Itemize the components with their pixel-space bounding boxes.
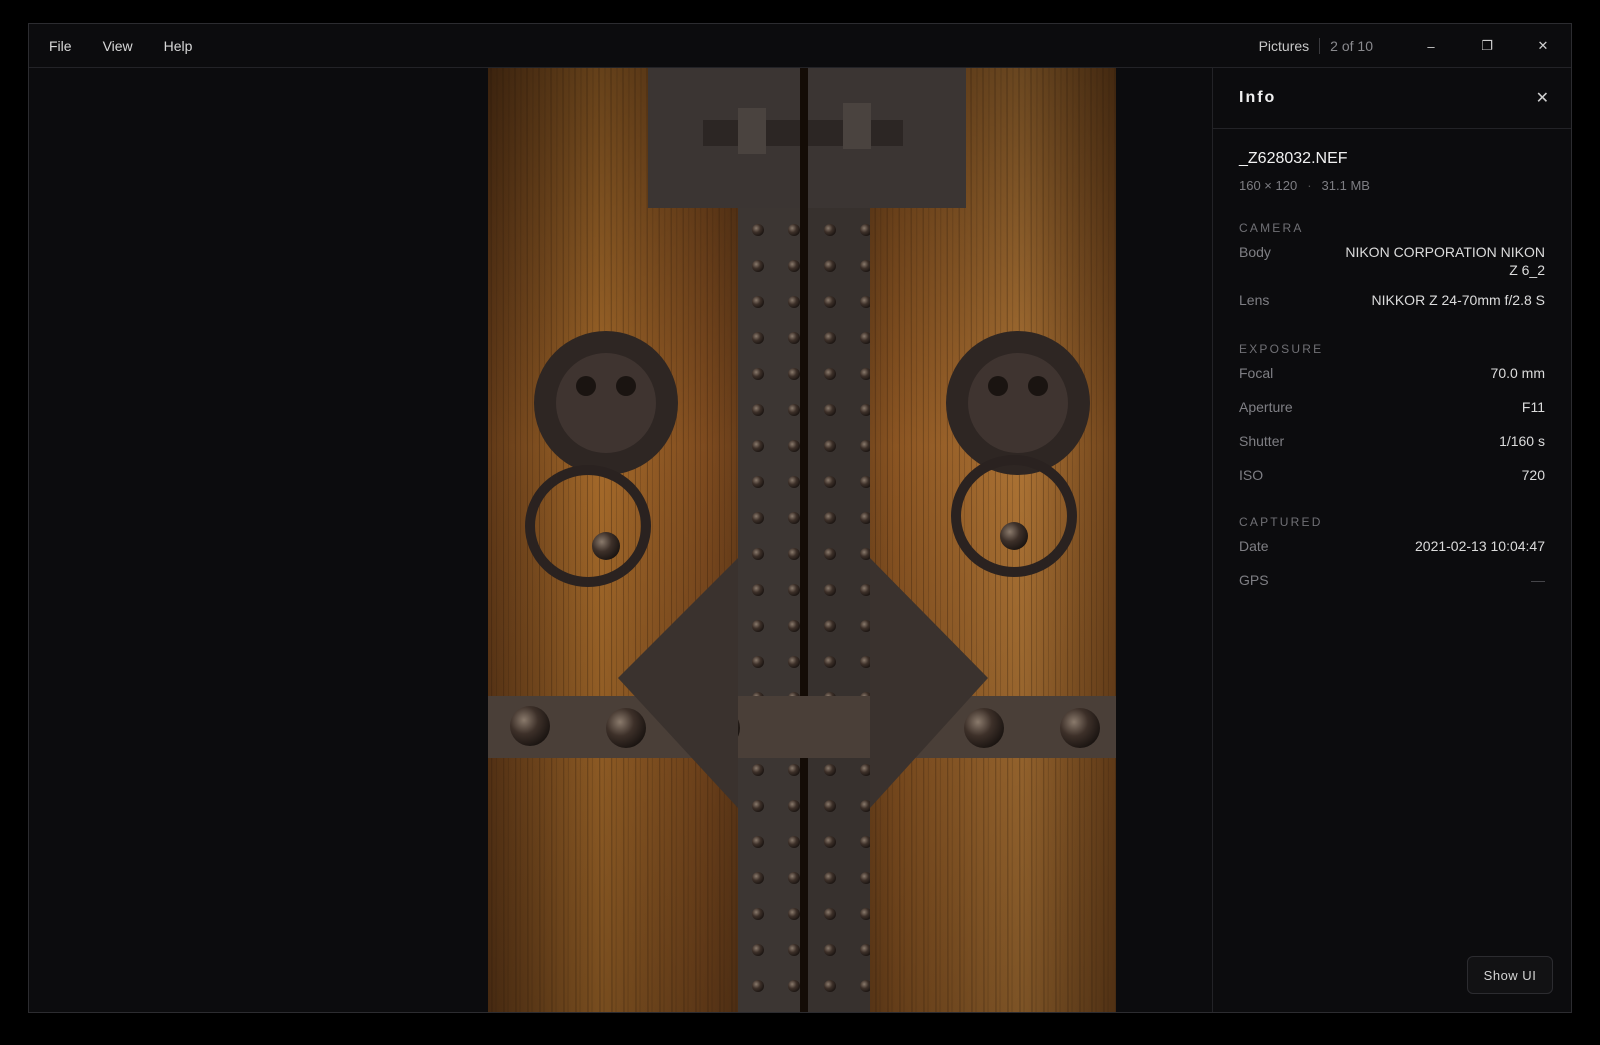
info-panel: Info ✕ _Z628032.NEF 160 × 120 · 31.1 MB CA… — [1212, 68, 1571, 1012]
info-title: Info — [1239, 89, 1277, 106]
file-meta: 160 × 120 · 31.1 MB — [1239, 178, 1370, 193]
date-row: Date 2021-02-13 10:04:47 — [1239, 537, 1545, 555]
minimize-button[interactable]: – — [1403, 24, 1459, 68]
info-header: Info ✕ — [1213, 68, 1571, 129]
camera-section: CAMERA Body NIKON CORPORATION NIKON Z 6_… — [1239, 221, 1545, 325]
photo-door — [488, 68, 1116, 1012]
focal-value: 70.0 mm — [1490, 365, 1545, 381]
lens-label: Lens — [1239, 292, 1270, 308]
menu-bar: File View Help — [49, 24, 223, 68]
focal-label: Focal — [1239, 365, 1274, 381]
lens-value: NIKKOR Z 24-70mm f/2.8 S — [1371, 292, 1546, 308]
title-bar: File View Help Pictures 2 of 10 – ❐ ✕ — [29, 24, 1571, 68]
file-name: _Z628032.NEF — [1239, 150, 1348, 167]
iso-value: 720 — [1521, 467, 1545, 483]
title-right: Pictures 2 of 10 – ❐ ✕ — [1259, 24, 1571, 68]
captured-section-title: CAPTURED — [1239, 515, 1323, 529]
menu-help[interactable]: Help — [164, 38, 193, 54]
exposure-section-title: EXPOSURE — [1239, 342, 1324, 356]
maximize-button[interactable]: ❐ — [1459, 24, 1515, 68]
title-divider — [1319, 38, 1321, 54]
camera-body-label: Body — [1239, 244, 1271, 260]
shutter-label: Shutter — [1239, 433, 1285, 449]
camera-section-title: CAMERA — [1239, 221, 1304, 235]
menu-view[interactable]: View — [103, 38, 133, 54]
date-value: 2021-02-13 10:04:47 — [1415, 538, 1545, 554]
gps-label: GPS — [1239, 572, 1269, 588]
close-icon[interactable]: ✕ — [1536, 88, 1549, 108]
file-size: 31.1 MB — [1321, 178, 1370, 193]
image-dimensions: 160 × 120 — [1239, 178, 1298, 193]
camera-body-value: NIKON CORPORATION NIKON Z 6_2 — [1345, 244, 1545, 278]
image-viewer[interactable] — [29, 68, 1212, 1012]
shutter-value: 1/160 s — [1499, 433, 1545, 449]
aperture-value: F11 — [1521, 399, 1545, 415]
camera-body-row: Body NIKON CORPORATION NIKON Z 6_2 — [1239, 243, 1545, 279]
aperture-row: Aperture F11 — [1239, 398, 1545, 416]
meta-separator: · — [1307, 178, 1312, 193]
exposure-section: EXPOSURE Focal 70.0 mm Aperture F11 Shut… — [1239, 342, 1545, 500]
iso-row: ISO 720 — [1239, 466, 1545, 484]
close-window-button[interactable]: ✕ — [1515, 24, 1571, 68]
date-label: Date — [1239, 538, 1269, 554]
gps-value: — — [1531, 572, 1545, 588]
focal-row: Focal 70.0 mm — [1239, 364, 1545, 382]
app-name: Pictures — [1258, 38, 1310, 54]
show-ui-button[interactable]: Show UI — [1467, 956, 1553, 994]
door-photo-svg — [488, 68, 1116, 1012]
captured-section: CAPTURED Date 2021-02-13 10:04:47 GPS — — [1239, 515, 1545, 605]
aperture-label: Aperture — [1239, 399, 1293, 415]
iso-label: ISO — [1239, 467, 1264, 483]
lens-row: Lens NIKKOR Z 24-70mm f/2.8 S — [1239, 291, 1545, 309]
image-counter: 2 of 10 — [1330, 38, 1373, 54]
app-window: File View Help Pictures 2 of 10 – ❐ ✕ In… — [28, 23, 1572, 1013]
shutter-row: Shutter 1/160 s — [1239, 432, 1545, 450]
gps-row: GPS — — [1239, 571, 1545, 589]
menu-file[interactable]: File — [49, 38, 72, 54]
